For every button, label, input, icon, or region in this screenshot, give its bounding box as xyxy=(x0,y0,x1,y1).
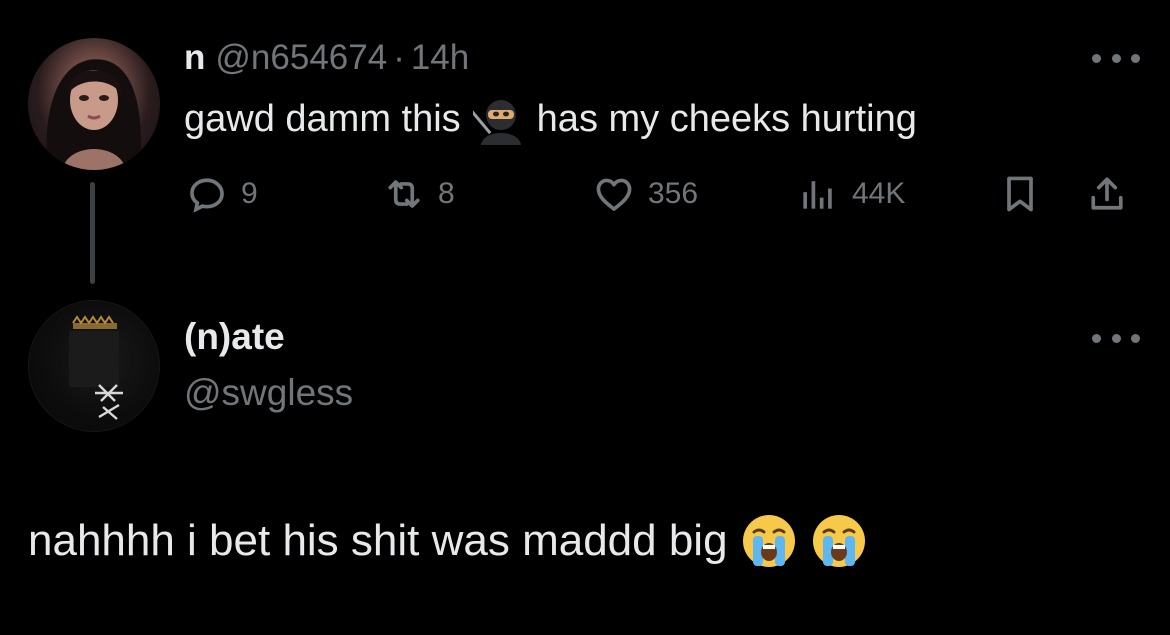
reply-button[interactable]: 9 xyxy=(185,172,258,216)
tweet-thread: n @n654674 · 14h gawd damm this has my c… xyxy=(0,0,1170,635)
retweet-button[interactable]: 8 xyxy=(382,172,455,216)
tweet1-more-options-icon[interactable] xyxy=(1092,51,1140,65)
retweet-icon xyxy=(388,180,420,208)
tweet2-text-body: nahhhh i bet his shit was maddd big xyxy=(28,516,728,565)
like-button[interactable]: 356 xyxy=(592,172,698,216)
avatar-photo xyxy=(69,315,123,420)
tweet1-text-part2: has my cheeks hurting xyxy=(536,97,917,140)
like-count: 356 xyxy=(648,177,699,210)
reply-icon xyxy=(190,178,224,213)
tweet2-handle[interactable]: @swgless xyxy=(184,372,353,414)
tweet1-timestamp[interactable]: 14h xyxy=(411,38,469,78)
share-button[interactable] xyxy=(1085,172,1129,216)
thread-connector-line xyxy=(90,182,95,284)
avatar-nate[interactable] xyxy=(28,300,160,432)
retweet-count: 8 xyxy=(438,177,455,210)
bookmark-button[interactable] xyxy=(998,172,1042,216)
tweet1-text-part1: gawd damm this xyxy=(184,97,461,140)
ninja-emoji-icon xyxy=(472,100,521,145)
tweet1-header: n @n654674 · 14h xyxy=(184,38,469,80)
views-button[interactable]: 44K xyxy=(796,172,905,216)
heart-icon xyxy=(596,178,632,211)
analytics-bars-icon xyxy=(803,181,832,209)
reply-count: 9 xyxy=(241,177,258,210)
tweet1-text: gawd damm this has my cheeks hurting xyxy=(184,93,917,145)
share-icon xyxy=(1091,177,1123,210)
avatar-photo xyxy=(46,59,141,170)
avatar-n[interactable] xyxy=(28,38,160,170)
tweet2-text: nahhhh i bet his shit was maddd big xyxy=(28,512,868,570)
tweet1-separator: · xyxy=(393,38,405,77)
view-count: 44K xyxy=(852,177,906,210)
loudly-crying-face-icon xyxy=(742,515,795,567)
tweet2-more-options-icon[interactable] xyxy=(1092,331,1140,345)
tweet2-display-name[interactable]: (n)ate xyxy=(184,316,285,358)
bookmark-icon xyxy=(1007,176,1033,212)
tweet1-handle[interactable]: @n654674 xyxy=(215,38,387,78)
loudly-crying-face-icon xyxy=(812,515,865,567)
tweet1-display-name[interactable]: n xyxy=(184,38,205,78)
